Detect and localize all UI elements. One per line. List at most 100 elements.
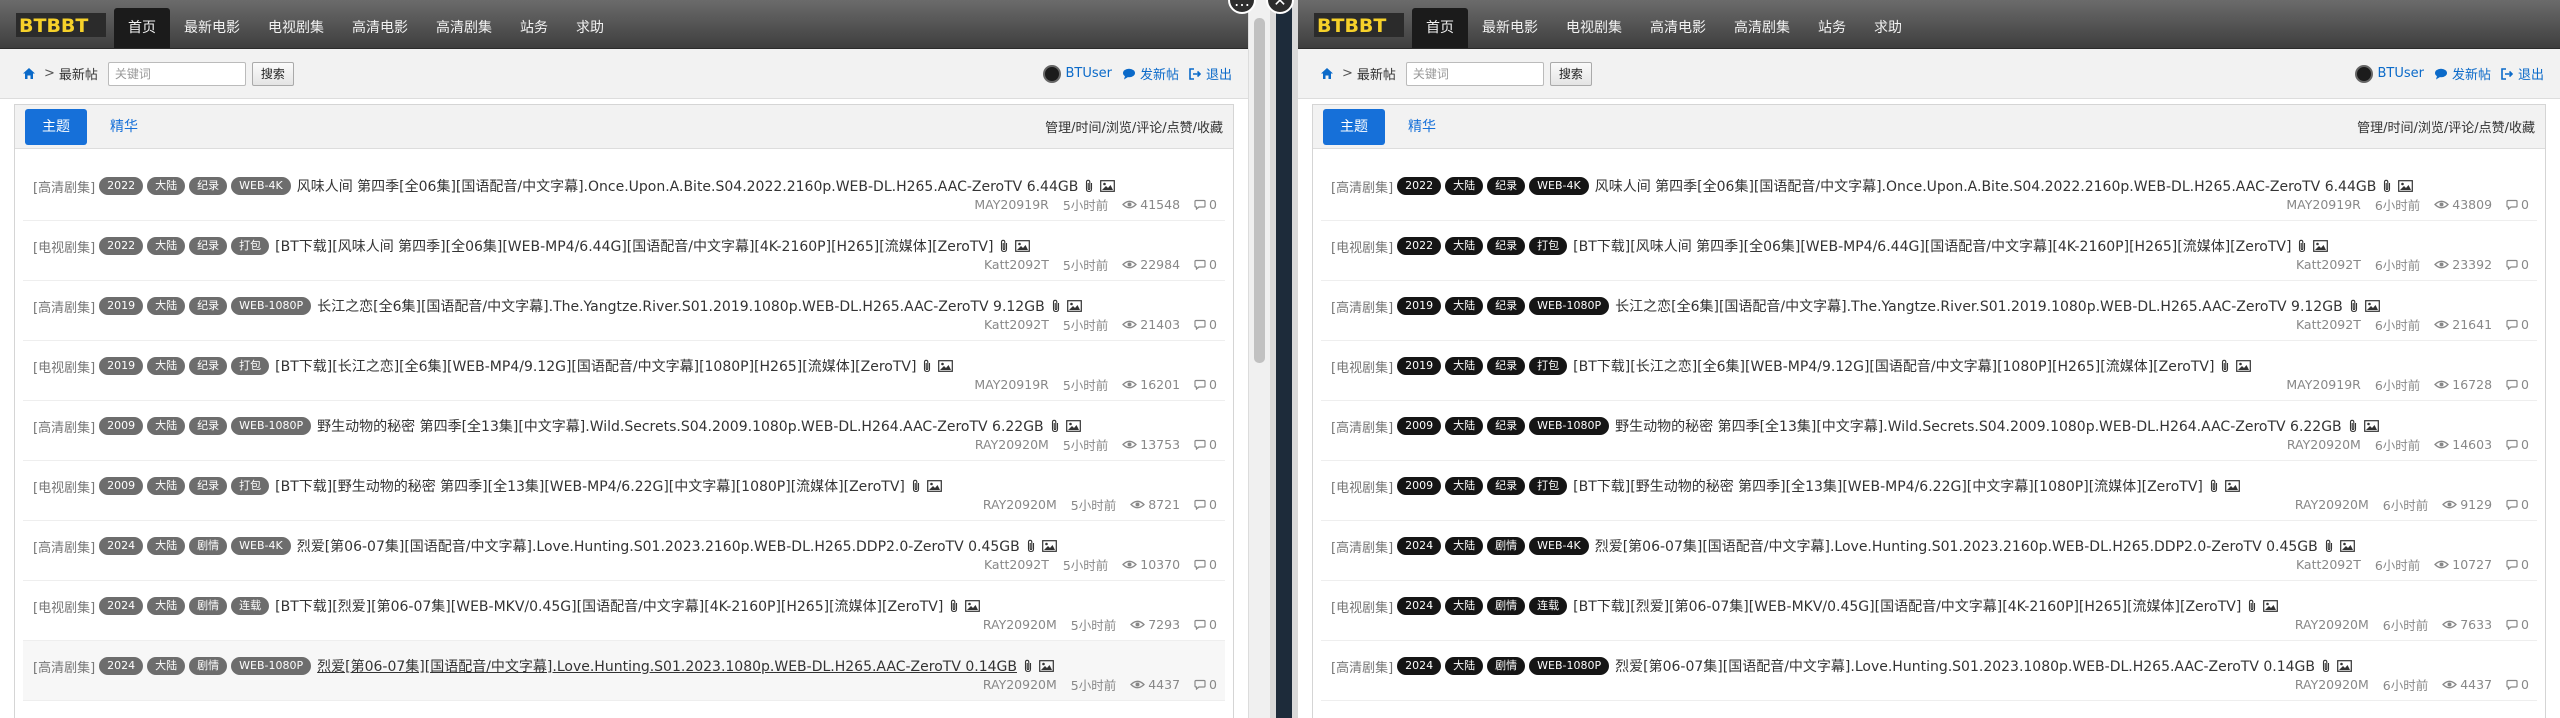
search-input[interactable] xyxy=(1405,61,1544,86)
tag-badge[interactable]: 纪录 xyxy=(189,297,228,315)
tag-badge[interactable]: 纪录 xyxy=(1487,177,1526,195)
thread-title[interactable]: 风味人间 第四季[全06集][国语配音/中文字幕].Once.Upon.A.Bi… xyxy=(297,176,1079,196)
tab-topics[interactable]: 主题 xyxy=(25,108,87,145)
thread-author[interactable]: Katt2092T xyxy=(2296,557,2361,572)
tag-badge[interactable]: 2024 xyxy=(99,597,144,615)
tag-badge[interactable]: 纪录 xyxy=(189,357,228,375)
thread-title[interactable]: 野生动物的秘密 第四季[全13集][中文字幕].Wild.Secrets.S04… xyxy=(317,416,1044,436)
tag-badge[interactable]: 连载 xyxy=(231,597,270,615)
tag-badge[interactable]: 大陆 xyxy=(1445,297,1484,315)
close-button[interactable]: ✕ xyxy=(1266,0,1294,14)
thread-author[interactable]: Katt2092T xyxy=(2296,257,2361,272)
thread-category[interactable]: [高清剧集] xyxy=(1331,297,1393,316)
tag-badge[interactable]: 剧情 xyxy=(189,537,228,555)
thread-title[interactable]: [BT下载][野生动物的秘密 第四季][全13集][WEB-MP4/6.22G]… xyxy=(1573,476,2203,496)
thread-row[interactable]: [高清剧集] 2022 大陆 纪录 WEB-4K 风味人间 第四季[全06集][国语配音/… xyxy=(1321,161,2537,221)
tag-badge[interactable]: 大陆 xyxy=(147,177,186,195)
new-post-link[interactable]: 发新帖 xyxy=(1122,64,1179,83)
thread-category[interactable]: [电视剧集] xyxy=(1331,477,1393,496)
tag-badge[interactable]: 剧情 xyxy=(1487,537,1526,555)
tag-badge[interactable]: 2024 xyxy=(99,537,144,555)
thread-category[interactable]: [高清剧集] xyxy=(1331,177,1393,196)
nav-item-4[interactable]: 高清电影 xyxy=(1636,8,1720,48)
thread-author[interactable]: MAY20919R xyxy=(974,377,1048,392)
search-button[interactable]: 搜索 xyxy=(1549,61,1592,86)
nav-item-3[interactable]: 电视剧集 xyxy=(1552,8,1636,48)
thread-row[interactable]: [电视剧集] 2024 大陆 剧情 连载 [BT下载][烈爱][第06-07集][WEB-… xyxy=(1321,581,2537,641)
search-input[interactable] xyxy=(107,61,246,86)
scrollbar-thumb[interactable] xyxy=(1254,18,1265,363)
tag-badge[interactable]: 大陆 xyxy=(1445,357,1484,375)
tag-badge[interactable]: 大陆 xyxy=(1445,237,1484,255)
tag-badge[interactable]: 2022 xyxy=(99,237,144,255)
tag-badge[interactable]: 纪录 xyxy=(1487,417,1526,435)
thread-row[interactable]: [电视剧集] 2022 大陆 纪录 打包 [BT下载][风味人间 第四季][全06集][W… xyxy=(23,221,1225,281)
tag-badge[interactable]: 打包 xyxy=(1529,477,1568,495)
nav-item-7[interactable]: 求助 xyxy=(562,8,618,48)
tab-featured[interactable]: 精华 xyxy=(93,109,155,145)
tag-badge[interactable]: 纪录 xyxy=(1487,297,1526,315)
thread-category[interactable]: [电视剧集] xyxy=(33,357,95,376)
thread-row[interactable]: [高清剧集] 2009 大陆 纪录 WEB-1080P 野生动物的秘密 第四季[全13集]… xyxy=(1321,401,2537,461)
thread-category[interactable]: [高清剧集] xyxy=(33,417,95,436)
thread-row[interactable]: [高清剧集] 2024 大陆 剧情 WEB-1080P 烈爱[第06-07集][国语配音/… xyxy=(23,641,1225,701)
thread-author[interactable]: RAY20920M xyxy=(983,497,1057,512)
thread-category[interactable]: [高清剧集] xyxy=(1331,537,1393,556)
thread-category[interactable]: [高清剧集] xyxy=(33,177,95,196)
thread-title[interactable]: 风味人间 第四季[全06集][国语配音/中文字幕].Once.Upon.A.Bi… xyxy=(1595,176,2377,196)
thread-title[interactable]: [BT下载][长江之恋][全6集][WEB-MP4/9.12G][国语配音/中文… xyxy=(1573,356,2214,376)
nav-item-3[interactable]: 电视剧集 xyxy=(254,8,338,48)
thread-author[interactable]: RAY20920M xyxy=(975,437,1049,452)
thread-author[interactable]: RAY20920M xyxy=(983,677,1057,692)
logout-link[interactable]: 退出 xyxy=(2501,64,2544,83)
tag-badge[interactable]: 大陆 xyxy=(1445,537,1484,555)
thread-row[interactable]: [高清剧集] 2009 大陆 纪录 WEB-1080P 野生动物的秘密 第四季[全13集]… xyxy=(23,401,1225,461)
thread-row[interactable]: [高清剧集] 2019 大陆 纪录 WEB-1080P 长江之恋[全6集][国语配音/中文… xyxy=(1321,281,2537,341)
nav-item-6[interactable]: 站务 xyxy=(506,8,562,48)
nav-item-6[interactable]: 站务 xyxy=(1804,8,1860,48)
tag-badge[interactable]: 大陆 xyxy=(147,297,186,315)
thread-author[interactable]: RAY20920M xyxy=(2295,497,2369,512)
thread-category[interactable]: [电视剧集] xyxy=(1331,597,1393,616)
home-icon[interactable] xyxy=(22,67,36,80)
breadcrumb-current[interactable]: 最新帖 xyxy=(59,64,98,83)
thread-author[interactable]: Katt2092T xyxy=(984,317,1049,332)
thread-author[interactable]: MAY20919R xyxy=(2286,377,2360,392)
tag-badge[interactable]: 大陆 xyxy=(1445,177,1484,195)
nav-item-2[interactable]: 最新电影 xyxy=(1468,8,1552,48)
tag-badge[interactable]: 2022 xyxy=(1397,177,1442,195)
thread-row[interactable]: [电视剧集] 2022 大陆 纪录 打包 [BT下载][风味人间 第四季][全06集][W… xyxy=(1321,221,2537,281)
nav-item-5[interactable]: 高清剧集 xyxy=(1720,8,1804,48)
thread-author[interactable]: Katt2092T xyxy=(984,257,1049,272)
thread-title[interactable]: [BT下载][风味人间 第四季][全06集][WEB-MP4/6.44G][国语… xyxy=(1573,236,2291,256)
tag-badge[interactable]: 剧情 xyxy=(189,597,228,615)
thread-category[interactable]: [电视剧集] xyxy=(33,597,95,616)
tag-badge[interactable]: 纪录 xyxy=(189,177,228,195)
thread-row[interactable]: [高清剧集] 2024 大陆 剧情 WEB-4K 烈爱[第06-07集][国语配音/中文字… xyxy=(1321,521,2537,581)
site-logo[interactable]: BTBBT xyxy=(1314,5,1406,45)
tag-badge[interactable]: 大陆 xyxy=(147,657,186,675)
search-button[interactable]: 搜索 xyxy=(251,61,294,86)
tag-badge[interactable]: 打包 xyxy=(1529,237,1568,255)
thread-row[interactable]: [高清剧集] 2019 大陆 纪录 WEB-1080P 长江之恋[全6集][国语配音/中文… xyxy=(23,281,1225,341)
sort-links[interactable]: 管理/时间/浏览/评论/点赞/收藏 xyxy=(1045,117,1223,136)
tag-badge[interactable]: 连载 xyxy=(1529,597,1568,615)
thread-title[interactable]: 长江之恋[全6集][国语配音/中文字幕].The.Yangtze.River.S… xyxy=(1615,296,2343,316)
tag-badge[interactable]: 2019 xyxy=(99,297,144,315)
thread-author[interactable]: RAY20920M xyxy=(2295,617,2369,632)
tag-badge[interactable]: WEB-1080P xyxy=(1529,657,1610,675)
tag-badge[interactable]: WEB-4K xyxy=(231,537,291,555)
thread-author[interactable]: Katt2092T xyxy=(2296,317,2361,332)
tag-badge[interactable]: 纪录 xyxy=(1487,357,1526,375)
thread-title[interactable]: 烈爱[第06-07集][国语配音/中文字幕].Love.Hunting.S01.… xyxy=(297,536,1020,556)
thread-author[interactable]: RAY20920M xyxy=(2287,437,2361,452)
tag-badge[interactable]: 2009 xyxy=(1397,477,1442,495)
tag-badge[interactable]: 纪录 xyxy=(189,237,228,255)
thread-title[interactable]: [BT下载][长江之恋][全6集][WEB-MP4/9.12G][国语配音/中文… xyxy=(275,356,916,376)
logout-link[interactable]: 退出 xyxy=(1189,64,1232,83)
nav-item-7[interactable]: 求助 xyxy=(1860,8,1916,48)
thread-category[interactable]: [电视剧集] xyxy=(33,477,95,496)
tag-badge[interactable]: 2009 xyxy=(99,417,144,435)
tag-badge[interactable]: 2024 xyxy=(1397,657,1442,675)
tag-badge[interactable]: 打包 xyxy=(231,477,270,495)
